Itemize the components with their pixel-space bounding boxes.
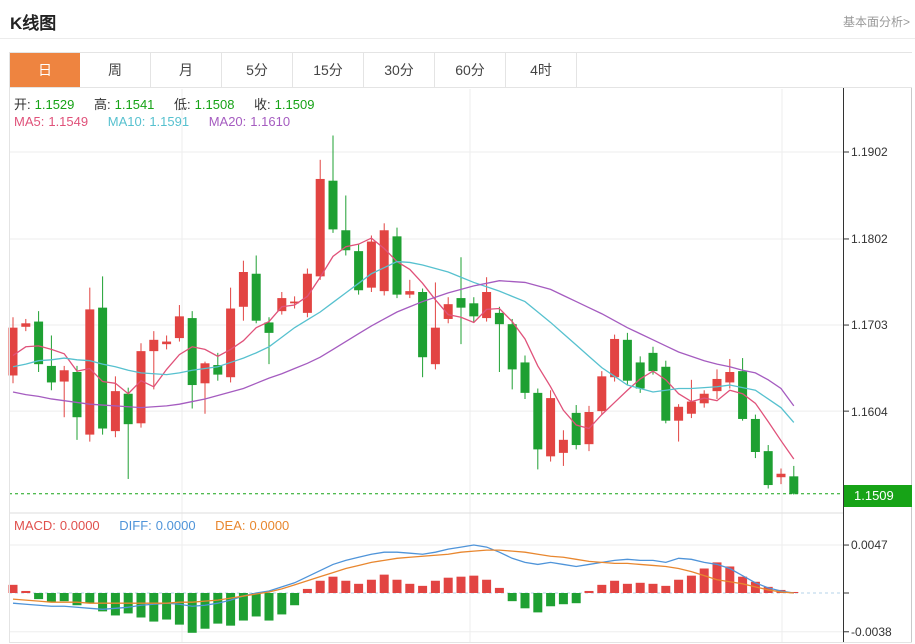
current-price-tag: 1.1509 bbox=[844, 485, 912, 507]
ohlc-high: 高:1.1541 bbox=[94, 97, 158, 112]
y-axis-tick-3: 1.1703 bbox=[851, 318, 888, 332]
ma10-legend: MA10:1.1591 bbox=[108, 114, 193, 129]
dea-value: DEA:0.0000 bbox=[215, 518, 293, 533]
macd-value: MACD:0.0000 bbox=[14, 518, 104, 533]
ma-legend: MA5:1.1549 MA10:1.1591 MA20:1.1610 bbox=[14, 114, 306, 129]
macd-axis-tick-bottom: -0.0038 bbox=[851, 625, 892, 639]
ohlc-legend: 开:1.1529 高:1.1541 低:1.1508 收:1.1509 bbox=[14, 94, 330, 113]
kline-widget: K线图 基本面分析> 日 周 月 5分 15分 30分 60分 4时 开:1.1… bbox=[0, 0, 915, 644]
ma5-legend: MA5:1.1549 bbox=[14, 114, 92, 129]
ohlc-low: 低:1.1508 bbox=[174, 97, 238, 112]
ma20-legend: MA20:1.1610 bbox=[209, 114, 294, 129]
diff-value: DIFF:0.0000 bbox=[119, 518, 199, 533]
ohlc-close: 收:1.1509 bbox=[254, 97, 318, 112]
y-axis-tick-2: 1.1802 bbox=[851, 232, 888, 246]
ohlc-open: 开:1.1529 bbox=[14, 97, 78, 112]
macd-axis-tick-top: 0.0047 bbox=[851, 538, 888, 552]
y-axis-tick-1: 1.1902 bbox=[851, 145, 888, 159]
macd-legend: MACD:0.0000 DIFF:0.0000 DEA:0.0000 bbox=[14, 518, 305, 533]
y-axis-tick-4: 1.1604 bbox=[851, 405, 888, 419]
